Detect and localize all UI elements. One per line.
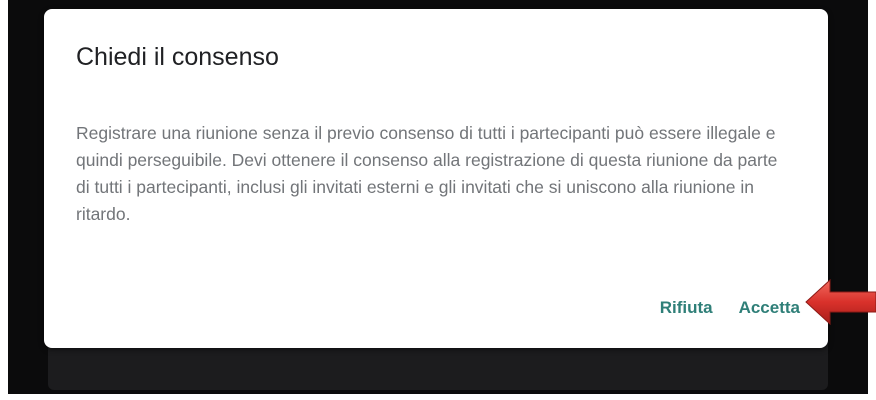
dialog-actions: Rifiuta Accetta [652, 292, 808, 324]
consent-dialog: Chiedi il consenso Registrare una riunio… [44, 9, 828, 348]
meeting-screen-backdrop: Chiedi il consenso Registrare una riunio… [8, 0, 868, 394]
accept-button[interactable]: Accetta [731, 292, 808, 324]
dialog-title: Chiedi il consenso [76, 43, 279, 71]
dialog-message: Registrare una riunione senza il previo … [76, 123, 778, 224]
reject-button[interactable]: Rifiuta [652, 292, 721, 324]
red-arrow-icon [805, 278, 876, 326]
